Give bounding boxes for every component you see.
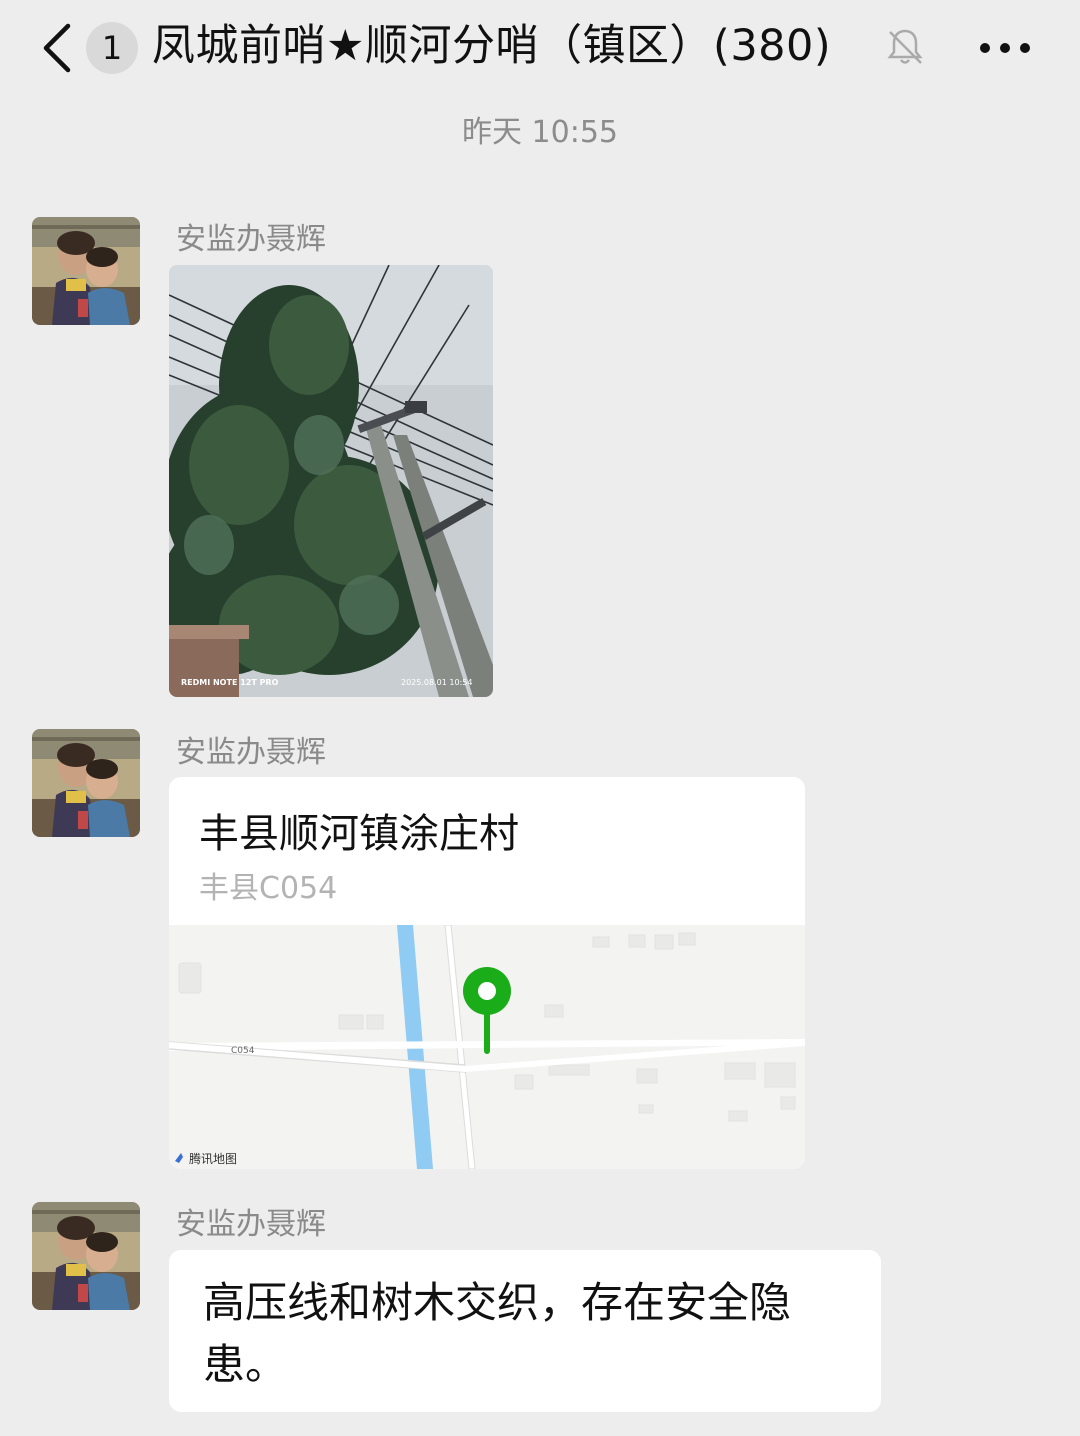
chat-title: 凤城前哨★顺河分哨（镇区）(380) <box>152 21 832 71</box>
avatar[interactable] <box>32 1202 140 1310</box>
more-dots-icon[interactable] <box>978 38 1032 58</box>
avatar[interactable] <box>32 217 140 325</box>
message-timestamp: 昨天 10:55 <box>462 115 618 150</box>
location-message[interactable]: 丰县顺河镇涂庄村 丰县C054 C054 腾讯地图 <box>169 777 805 1169</box>
location-map[interactable]: C054 腾讯地图 <box>169 925 805 1169</box>
photo-watermark-time: 2025.08.01 10:54 <box>401 678 472 687</box>
location-name: 丰县顺河镇涂庄村 <box>199 811 519 857</box>
text-message-bubble[interactable]: 高压线和树木交织，存在安全隐患。 <box>169 1250 881 1412</box>
message-text: 高压线和树木交织，存在安全隐患。 <box>203 1278 792 1389</box>
location-address: 丰县C054 <box>199 871 338 906</box>
sender-name: 安监办聂辉 <box>176 735 326 770</box>
back-arrow-icon[interactable] <box>38 22 78 74</box>
unread-count-badge[interactable]: 1 <box>86 22 138 74</box>
image-message[interactable]: REDMI NOTE 12T PRO 2025.08.01 10:54 <box>169 265 493 697</box>
avatar[interactable] <box>32 729 140 837</box>
map-road-label: C054 <box>231 1046 255 1056</box>
sender-name: 安监办聂辉 <box>176 222 326 257</box>
chat-header: 1 凤城前哨★顺河分哨（镇区）(380) <box>0 0 1080 96</box>
photo-watermark-device: REDMI NOTE 12T PRO <box>181 678 279 687</box>
sender-name: 安监办聂辉 <box>176 1207 326 1242</box>
mute-bell-icon <box>887 29 923 64</box>
map-provider-label: 腾讯地图 <box>189 1151 237 1166</box>
